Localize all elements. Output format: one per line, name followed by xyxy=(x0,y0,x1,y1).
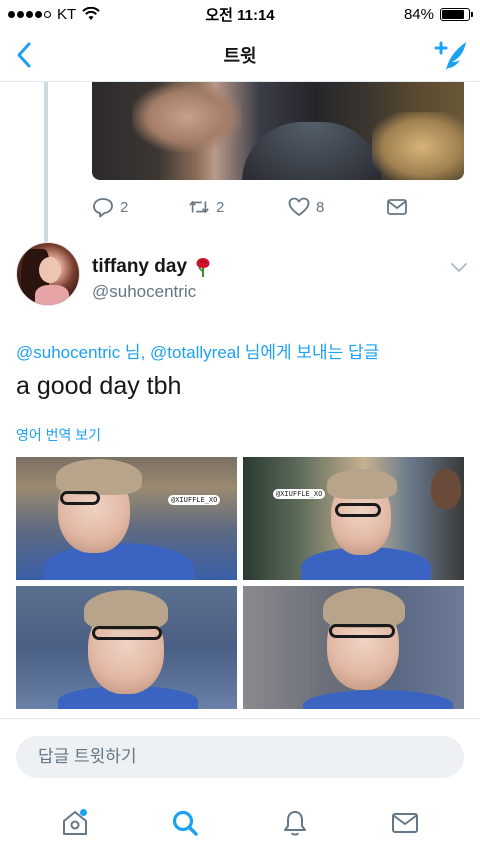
photo-watermark: @XIUFFLE_XO xyxy=(273,489,326,499)
mention-link[interactable]: @suhocentric xyxy=(16,343,120,362)
share-action[interactable] xyxy=(386,196,408,218)
notifications-icon xyxy=(284,811,306,836)
media-photo[interactable]: @XIUFFLE_XO xyxy=(16,457,237,580)
tab-home[interactable] xyxy=(55,803,95,843)
retweet-icon xyxy=(189,201,209,213)
message-icon xyxy=(387,199,407,215)
display-name-text: tiffany day xyxy=(92,256,188,277)
tab-bar xyxy=(0,792,480,854)
tweet-header: tiffany day @suhocentric xyxy=(16,242,468,312)
username[interactable]: @suhocentric xyxy=(92,282,196,302)
retweet-action[interactable]: 2 xyxy=(188,196,224,218)
tab-notifications[interactable] xyxy=(275,803,315,843)
rose-icon xyxy=(196,258,210,277)
previous-tweet-photo[interactable] xyxy=(92,82,464,180)
tab-messages[interactable] xyxy=(385,803,425,843)
search-icon xyxy=(172,810,198,836)
battery-icon xyxy=(440,7,473,21)
tab-search[interactable] xyxy=(165,803,205,843)
translate-link[interactable]: 영어 번역 보기 xyxy=(16,425,101,445)
reply-bar xyxy=(0,718,480,792)
media-photo[interactable] xyxy=(243,586,464,709)
reply-context-text: 님에게 보내는 답글 xyxy=(240,343,380,362)
page-title: 트윗 xyxy=(223,45,257,66)
photo-watermark: @XIUFFLE_XO xyxy=(168,495,221,505)
notification-dot xyxy=(80,809,87,816)
nav-bar: 트윗 xyxy=(0,28,480,82)
messages-icon xyxy=(392,813,418,833)
mention-suffix: 님, xyxy=(120,343,151,362)
chevron-left-icon[interactable] xyxy=(10,40,40,70)
media-photo[interactable]: @XIUFFLE_XO xyxy=(243,457,464,580)
compose-tweet-icon[interactable] xyxy=(432,38,470,72)
chevron-down-icon[interactable] xyxy=(450,260,468,274)
heart-icon xyxy=(288,197,310,216)
reply-count: 2 xyxy=(120,198,129,216)
reply-input[interactable] xyxy=(16,736,464,778)
reply-icon xyxy=(93,198,113,218)
media-photo[interactable] xyxy=(16,586,237,709)
tweet-text: a good day tbh xyxy=(16,372,182,400)
display-name[interactable]: tiffany day xyxy=(92,256,213,278)
status-bar: KT 오전 11:14 84% xyxy=(0,0,480,28)
avatar[interactable] xyxy=(16,242,80,306)
retweet-count: 2 xyxy=(216,198,225,216)
like-action[interactable]: 8 xyxy=(288,196,324,218)
battery-percentage: 84% xyxy=(403,5,434,23)
like-count: 8 xyxy=(316,198,325,216)
previous-tweet-actions: 2 2 8 xyxy=(92,196,464,220)
reply-action[interactable]: 2 xyxy=(92,196,128,218)
battery-info: 84% xyxy=(403,5,473,23)
mention-link[interactable]: @totallyreal xyxy=(150,343,240,362)
thread-line xyxy=(44,82,48,242)
reply-context: @suhocentric 님, @totallyreal 님에게 보내는 답글 xyxy=(16,338,379,363)
media-grid: @XIUFFLE_XO @XIUFFLE_XO xyxy=(16,457,464,709)
